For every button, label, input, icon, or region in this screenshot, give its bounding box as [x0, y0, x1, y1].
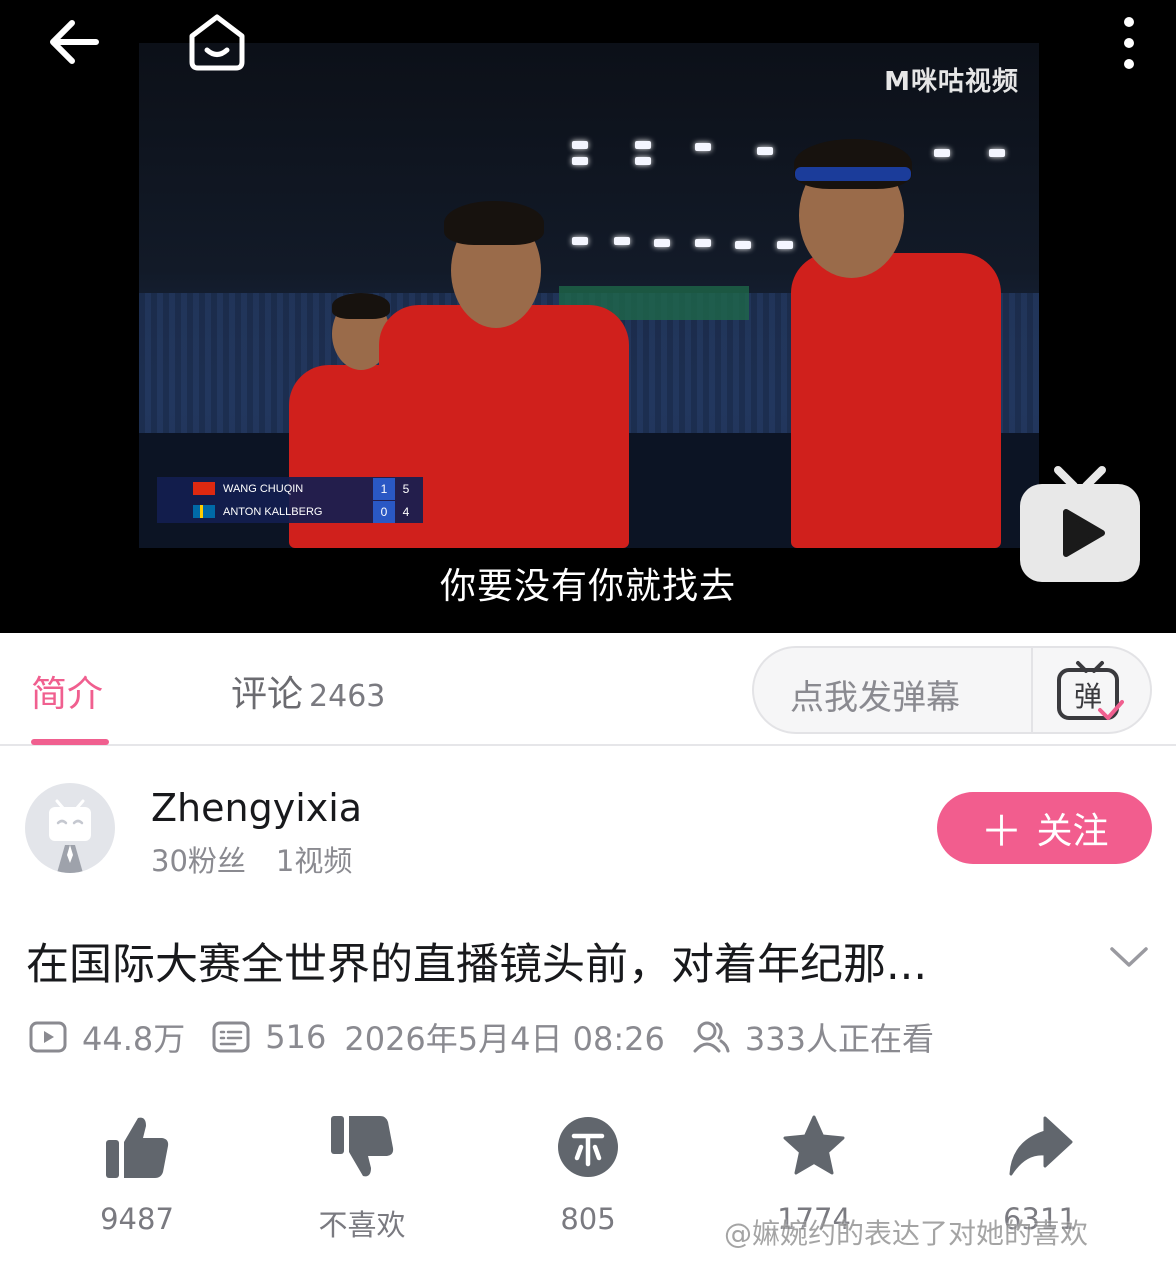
coin-count: 805: [560, 1202, 616, 1236]
follow-button[interactable]: ＋ 关注: [937, 792, 1152, 864]
fans-count: 30粉丝: [151, 844, 246, 878]
thumbs-down-icon: [331, 1116, 394, 1177]
divider: [1031, 648, 1033, 734]
ceiling-light: [757, 147, 773, 155]
scoreboard-row: WANG CHUQIN 1 5: [157, 477, 423, 500]
scoreboard-row: ANTON KALLBERG 0 4: [157, 500, 423, 523]
video-subtitle: 你要没有你就找去: [439, 566, 736, 607]
arrow-left-icon: [50, 20, 99, 64]
video-meta: 44.8万 516 2026年5月4日 08:26 333人正在看: [28, 1012, 934, 1062]
scoreboard: WANG CHUQIN 1 5 ANTON KALLBERG 0 4: [157, 477, 423, 523]
share-icon: [1009, 1116, 1073, 1176]
ceiling-light: [695, 143, 711, 151]
scoreboard-points: 4: [402, 504, 410, 519]
ceiling-light: [572, 141, 588, 149]
coin-icon: [558, 1117, 618, 1177]
scoreboard-games: 0: [373, 500, 395, 523]
weibo-watermark: @嫲婉约的表达了对她的喜欢: [724, 1217, 1089, 1250]
danmaku-toggle-label: 弹: [1074, 680, 1102, 713]
home-face-icon: [189, 14, 245, 71]
scoreboard-points: 5: [402, 481, 410, 496]
avatar[interactable]: [25, 783, 115, 873]
ceiling-light: [572, 157, 588, 165]
more-menu-button[interactable]: [1116, 16, 1142, 70]
ceiling-light: [654, 239, 670, 247]
expand-button[interactable]: [1108, 944, 1150, 970]
chevron-down-icon: [1110, 947, 1148, 967]
more-vertical-icon: [1124, 17, 1134, 69]
scoreboard-player-name: WANG CHUQIN: [223, 482, 304, 495]
tab-intro[interactable]: 简介: [31, 665, 103, 717]
danmaku-toggle-button[interactable]: 弹: [1056, 660, 1124, 724]
view-count: 44.8万: [82, 1020, 186, 1058]
ceiling-light: [735, 241, 751, 249]
play-count-icon: [29, 1021, 67, 1053]
video-frame[interactable]: M咪咕视频 WANG CHUQIN 1 5 ANTON KALLBERG 0 4: [139, 43, 1039, 548]
plus-icon: ＋: [980, 806, 1023, 856]
comment-count: 2463: [309, 679, 386, 714]
star-icon: [783, 1115, 845, 1175]
video-player[interactable]: M咪咕视频 WANG CHUQIN 1 5 ANTON KALLBERG 0 4…: [0, 0, 1176, 633]
china-flag-icon: [193, 482, 215, 495]
channel-logo: M咪咕视频: [884, 67, 1019, 97]
danmaku-count: 516: [265, 1018, 327, 1056]
ceiling-light: [635, 141, 651, 149]
like-count: 9487: [100, 1202, 174, 1236]
follow-label: 关注: [1036, 811, 1109, 852]
scoreboard-games: 1: [373, 477, 395, 500]
scoreboard-player-name: ANTON KALLBERG: [223, 505, 323, 518]
coin-button[interactable]: 805: [508, 1112, 668, 1236]
dislike-label: 不喜欢: [318, 1208, 406, 1242]
ceiling-light: [614, 237, 630, 245]
danmaku-count-icon: [212, 1021, 250, 1053]
watching-count: 333人正在看: [744, 1020, 934, 1058]
play-button[interactable]: [1018, 466, 1142, 584]
video-title[interactable]: 在国际大赛全世界的直播镜头前，对着年纪那...: [26, 930, 1046, 992]
tab-active-indicator: [31, 739, 109, 745]
uploader-stats: 30粉丝 1视频: [151, 838, 352, 880]
ceiling-light: [934, 149, 950, 157]
ceiling-light: [695, 239, 711, 247]
thumbs-up-icon: [106, 1117, 169, 1178]
video-count: 1视频: [275, 844, 353, 878]
home-button[interactable]: [186, 12, 248, 72]
sweden-flag-icon: [193, 505, 215, 518]
publish-date: 2026年5月4日 08:26: [344, 1020, 665, 1058]
watching-people-icon: [693, 1021, 730, 1053]
tab-comments-label: 评论: [231, 674, 304, 715]
dislike-button[interactable]: 不喜欢: [282, 1112, 442, 1244]
tab-intro-label: 简介: [31, 674, 104, 715]
back-button[interactable]: [44, 16, 102, 68]
danmaku-bar: 点我发弹幕 弹: [752, 646, 1152, 734]
tab-comments[interactable]: 评论 2463: [231, 665, 385, 717]
tv-play-icon: [1020, 466, 1140, 582]
like-button[interactable]: 9487: [57, 1112, 217, 1236]
ceiling-light: [989, 149, 1005, 157]
uploader-name[interactable]: Zhengyixia: [151, 786, 362, 830]
danmaku-tv-icon: 弹: [1057, 661, 1124, 720]
ceiling-light: [777, 241, 793, 249]
danmaku-input[interactable]: 点我发弹幕: [790, 670, 960, 719]
ceiling-light: [635, 157, 651, 165]
default-avatar-icon: [49, 799, 91, 873]
ceiling-light: [572, 237, 588, 245]
